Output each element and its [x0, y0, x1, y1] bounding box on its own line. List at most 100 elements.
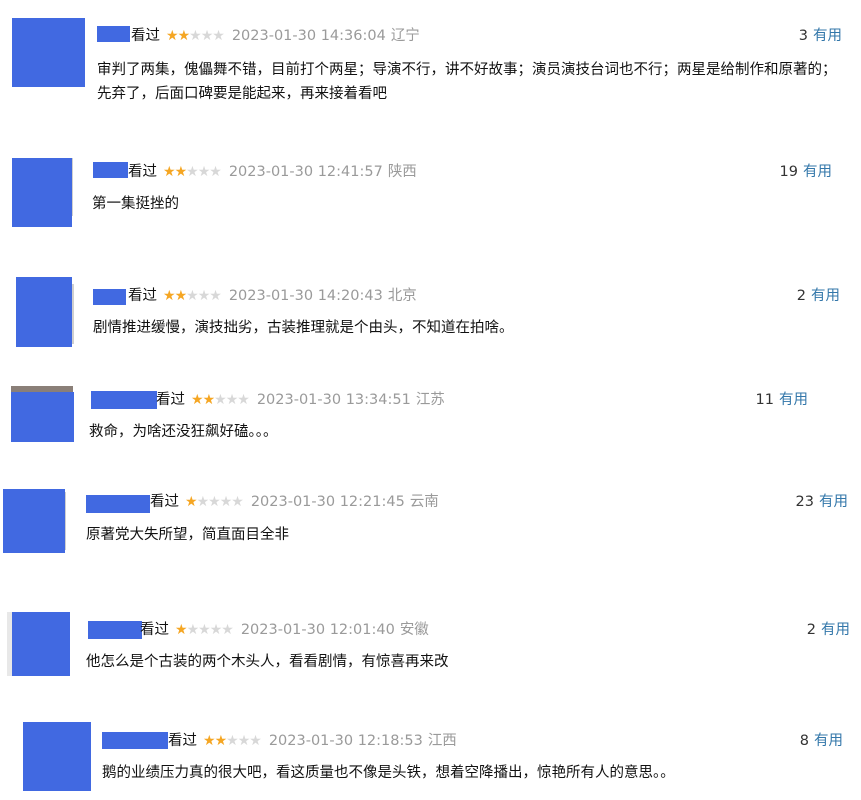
- star-filled-icon: ★: [191, 392, 204, 408]
- review-location: 江苏: [415, 392, 445, 408]
- star-empty-icon: ★: [226, 733, 239, 749]
- avatar[interactable]: [12, 158, 72, 227]
- avatar[interactable]: [16, 277, 72, 347]
- star-empty-icon: ★: [186, 288, 199, 304]
- star-empty-icon: ★: [198, 622, 211, 638]
- star-empty-icon: ★: [237, 392, 250, 408]
- review-meta: 看过 ★ ★ ★ ★ ★ 2023-01-30 13:34:51 江苏: [156, 390, 445, 410]
- star-empty-icon: ★: [214, 392, 227, 408]
- username-redacted[interactable]: [97, 26, 130, 42]
- username-redacted[interactable]: [102, 732, 168, 749]
- useful-vote: 2 有用: [807, 620, 850, 640]
- review-time: 2023-01-30 12:18:53: [268, 733, 423, 749]
- star-empty-icon: ★: [221, 622, 234, 638]
- username-redacted[interactable]: [88, 621, 142, 639]
- star-filled-icon: ★: [185, 494, 198, 510]
- rating-stars: ★ ★ ★ ★ ★: [203, 731, 262, 751]
- review-content: 剧情推进缓慢，演技拙劣，古装推理就是个由头，不知道在拍啥。: [93, 320, 514, 336]
- review-time: 2023-01-30 12:21:45: [250, 494, 405, 510]
- username-redacted[interactable]: [86, 495, 150, 513]
- review-time: 2023-01-30 14:36:04: [231, 28, 386, 44]
- star-empty-icon: ★: [209, 622, 223, 638]
- review-time: 2023-01-30 12:01:40: [240, 622, 395, 638]
- star-filled-icon: ★: [174, 288, 188, 304]
- review-location: 云南: [409, 494, 439, 510]
- username-redacted[interactable]: [93, 289, 126, 305]
- star-filled-icon: ★: [174, 164, 188, 180]
- star-empty-icon: ★: [219, 494, 233, 510]
- star-empty-icon: ★: [186, 622, 200, 638]
- useful-button[interactable]: 有用: [779, 392, 808, 408]
- rating-stars: ★ ★ ★ ★ ★: [185, 492, 244, 512]
- review-location: 江西: [427, 733, 457, 749]
- star-empty-icon: ★: [197, 288, 211, 304]
- star-filled-icon: ★: [177, 28, 191, 44]
- star-empty-icon: ★: [200, 28, 214, 44]
- review-meta: 看过 ★ ★ ★ ★ ★ 2023-01-30 14:20:43 北京: [128, 286, 417, 306]
- review-time: 2023-01-30 12:41:57: [228, 164, 383, 180]
- watch-status: 看过: [156, 392, 185, 408]
- review-content: 原著党大失所望，简直面目全非: [86, 527, 289, 543]
- useful-vote: 2 有用: [797, 286, 840, 306]
- star-filled-icon: ★: [203, 733, 216, 749]
- review-meta: 看过 ★ ★ ★ ★ ★ 2023-01-30 14:36:04 辽宁: [131, 26, 420, 46]
- useful-button[interactable]: 有用: [813, 28, 842, 44]
- star-filled-icon: ★: [163, 164, 176, 180]
- star-empty-icon: ★: [197, 164, 211, 180]
- avatar[interactable]: [12, 18, 85, 87]
- review-location: 陕西: [387, 164, 417, 180]
- star-empty-icon: ★: [196, 494, 210, 510]
- useful-vote: 3 有用: [799, 26, 842, 46]
- review-meta: 看过 ★ ★ ★ ★ ★ 2023-01-30 12:41:57 陕西: [128, 162, 417, 182]
- review-time: 2023-01-30 13:34:51: [256, 392, 411, 408]
- useful-vote: 19 有用: [780, 162, 832, 182]
- username-redacted[interactable]: [93, 162, 128, 178]
- useful-vote: 11 有用: [756, 390, 808, 410]
- review-content: 鹅的业绩压力真的很大吧，看这质量也不像是头铁，想着空降播出，惊艳所有人的意思。。: [102, 765, 675, 781]
- star-empty-icon: ★: [209, 164, 222, 180]
- watch-status: 看过: [140, 622, 169, 638]
- useful-vote: 8 有用: [800, 731, 843, 751]
- watch-status: 看过: [131, 28, 160, 44]
- review-location: 安徽: [399, 622, 429, 638]
- star-empty-icon: ★: [209, 288, 222, 304]
- star-empty-icon: ★: [231, 494, 244, 510]
- star-empty-icon: ★: [186, 164, 199, 180]
- useful-button[interactable]: 有用: [819, 494, 848, 510]
- rating-stars: ★ ★ ★ ★ ★: [175, 620, 234, 640]
- useful-count: 3: [798, 28, 808, 44]
- review-content: 救命，为啥还没狂飙好磕。。。: [89, 424, 278, 440]
- useful-count: 8: [799, 733, 809, 749]
- star-filled-icon: ★: [202, 392, 216, 408]
- useful-button[interactable]: 有用: [821, 622, 850, 638]
- review-location: 北京: [387, 288, 417, 304]
- useful-button[interactable]: 有用: [814, 733, 843, 749]
- watch-status: 看过: [168, 733, 197, 749]
- avatar[interactable]: [11, 392, 74, 442]
- avatar[interactable]: [12, 612, 70, 676]
- star-empty-icon: ★: [212, 28, 225, 44]
- username-redacted[interactable]: [91, 391, 157, 409]
- review-meta: 看过 ★ ★ ★ ★ ★ 2023-01-30 12:18:53 江西: [168, 731, 457, 751]
- rating-stars: ★ ★ ★ ★ ★: [163, 162, 222, 182]
- star-empty-icon: ★: [189, 28, 202, 44]
- star-filled-icon: ★: [175, 622, 188, 638]
- star-empty-icon: ★: [237, 733, 251, 749]
- useful-button[interactable]: 有用: [811, 288, 840, 304]
- star-filled-icon: ★: [214, 733, 228, 749]
- avatar[interactable]: [3, 489, 65, 553]
- review-content: 审判了两集，傀儡舞不错，目前打个两星；导演不行，讲不好故事；演员演技台词也不行；…: [97, 62, 837, 102]
- star-filled-icon: ★: [163, 288, 176, 304]
- review-content: 第一集挺挫的: [92, 196, 179, 212]
- useful-count: 2: [796, 288, 806, 304]
- star-empty-icon: ★: [225, 392, 239, 408]
- review-location: 辽宁: [390, 28, 420, 44]
- useful-count: 11: [755, 392, 774, 408]
- watch-status: 看过: [150, 494, 179, 510]
- review-meta: 看过 ★ ★ ★ ★ ★ 2023-01-30 12:01:40 安徽: [140, 620, 429, 640]
- star-empty-icon: ★: [208, 494, 221, 510]
- useful-count: 23: [795, 494, 814, 510]
- avatar[interactable]: [23, 722, 91, 791]
- useful-button[interactable]: 有用: [803, 164, 832, 180]
- rating-stars: ★ ★ ★ ★ ★: [166, 26, 225, 46]
